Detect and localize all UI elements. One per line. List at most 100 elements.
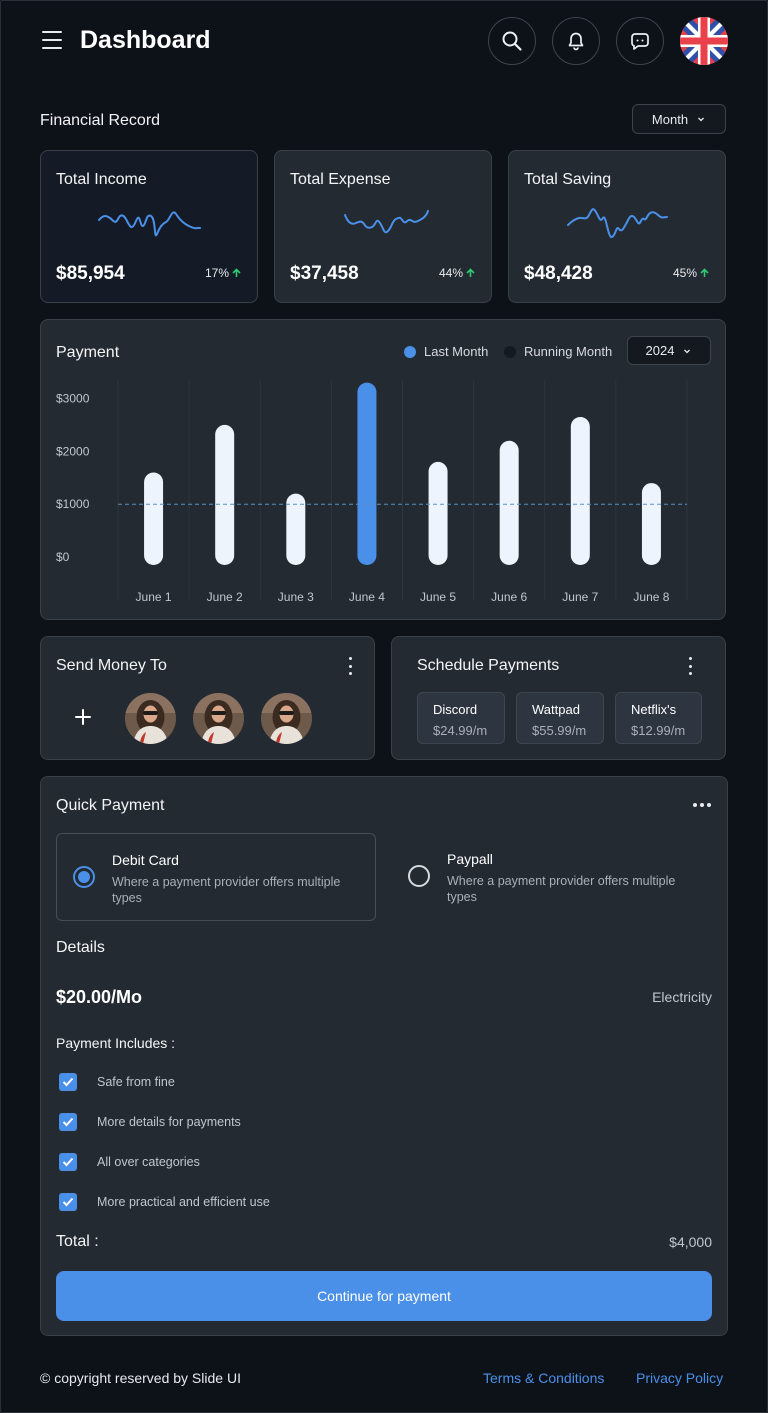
privacy-link[interactable]: Privacy Policy [636, 1370, 723, 1386]
avatar[interactable] [125, 693, 176, 744]
y-tick-label: $1000 [56, 497, 90, 511]
include-item: All over categories [59, 1153, 200, 1171]
send-money-title: Send Money To [56, 657, 167, 674]
include-item: More practical and efficient use [59, 1193, 270, 1211]
stat-title: Total Saving [524, 171, 612, 188]
x-tick-label: June 3 [278, 590, 314, 604]
stat-card-income: Total Income $85,954 17% [40, 150, 258, 303]
plan-price: $20.00/Mo [56, 987, 143, 1007]
includes-title: Payment Includes : [56, 1035, 176, 1051]
add-recipient-icon[interactable] [71, 705, 95, 729]
chart-bar [641, 483, 661, 565]
page-title: Dashboard [80, 26, 211, 54]
stat-change-value: 17% [204, 266, 229, 280]
total-label: Total : [56, 1233, 99, 1250]
x-tick-label: June 7 [562, 590, 598, 604]
y-tick-label: $0 [56, 550, 70, 564]
payment-panel: Payment Last Month Running Month 2024 $3… [40, 319, 726, 620]
continue-payment-button[interactable]: Continue for payment [56, 1271, 712, 1321]
include-label: All over categories [97, 1155, 200, 1169]
schedule-item-name: Discord [433, 702, 478, 717]
check-icon [62, 1157, 74, 1167]
quick-payment-panel: Quick Payment Debit Card Where a payment… [40, 776, 728, 1336]
stat-change: 17% [205, 266, 241, 280]
quick-payment-title: Quick Payment [56, 797, 165, 814]
search-icon [502, 31, 522, 51]
checkbox-checked[interactable] [59, 1113, 77, 1131]
stat-card-expense: Total Expense $37,458 44% [274, 150, 492, 303]
chart-bar [215, 424, 235, 565]
check-icon [62, 1197, 74, 1207]
include-label: More details for payments [97, 1115, 241, 1129]
check-icon [62, 1117, 74, 1127]
schedule-item-name: Netflix's [631, 702, 677, 717]
total-value: $4,000 [669, 1234, 712, 1250]
y-tick-label: $2000 [56, 444, 90, 458]
include-label: Safe from fine [97, 1075, 175, 1089]
option-description: Where a payment provider offers multiple… [112, 875, 341, 905]
chart-bar [428, 461, 448, 565]
stat-value: $37,458 [290, 263, 359, 284]
details-title: Details [56, 939, 105, 956]
option-title: Debit Card [112, 852, 179, 868]
period-dropdown[interactable]: Month [632, 104, 726, 134]
schedule-item-name: Wattpad [532, 702, 580, 717]
include-item: Safe from fine [59, 1073, 175, 1091]
x-tick-label: June 4 [349, 590, 385, 604]
schedule-item-price: $55.99/m [532, 723, 587, 738]
x-tick-label: June 8 [633, 590, 669, 604]
check-icon [62, 1077, 74, 1087]
expense-sparkline [344, 210, 429, 234]
chart-bar [570, 417, 590, 565]
checkbox-checked[interactable] [59, 1193, 77, 1211]
radio-unselected-icon[interactable] [408, 865, 430, 887]
arrow-up-icon [700, 268, 709, 277]
avatar[interactable] [193, 693, 244, 744]
radio-selected-icon[interactable] [73, 866, 95, 888]
footer-copyright: © copyright reserved by Slide UI [40, 1370, 241, 1386]
schedule-item-price: $12.99/m [631, 723, 686, 738]
avatar[interactable] [261, 693, 312, 744]
chart-bar [499, 440, 519, 565]
stat-change-value: 44% [438, 266, 463, 280]
chart-bar [144, 472, 164, 565]
checkbox-checked[interactable] [59, 1153, 77, 1171]
chat-icon [631, 33, 649, 50]
checkbox-checked[interactable] [59, 1073, 77, 1091]
chevron-down-icon [698, 117, 705, 122]
language-flag-button[interactable] [680, 17, 728, 65]
send-money-menu-icon[interactable] [343, 657, 357, 675]
schedule-payments-panel: Schedule Payments Discord $24.99/m Wattp… [391, 636, 726, 760]
schedule-menu-icon[interactable] [683, 657, 697, 675]
schedule-item-price: $24.99/m [433, 723, 488, 738]
search-button[interactable] [488, 17, 536, 65]
payment-option-paypall[interactable]: Paypall Where a payment provider offers … [392, 833, 712, 921]
y-tick-label: $3000 [56, 392, 90, 406]
payment-option-debit-card[interactable]: Debit Card Where a payment provider offe… [56, 833, 376, 921]
menu-icon[interactable] [42, 31, 62, 49]
stat-card-saving: Total Saving $48,428 45% [508, 150, 726, 303]
notifications-button[interactable] [552, 17, 600, 65]
include-label: More practical and efficient use [97, 1195, 270, 1209]
stat-change-value: 45% [672, 266, 697, 280]
period-value: Month [651, 111, 689, 127]
saving-sparkline [567, 208, 668, 239]
bell-icon [568, 32, 584, 51]
x-tick-label: June 5 [420, 590, 456, 604]
stat-change: 44% [439, 266, 475, 280]
messages-button[interactable] [616, 17, 664, 65]
stat-value: $48,428 [524, 263, 593, 284]
income-sparkline [98, 211, 201, 237]
quick-payment-more-icon[interactable] [693, 803, 711, 807]
x-tick-label: June 6 [491, 590, 527, 604]
x-tick-label: June 2 [207, 590, 243, 604]
terms-link[interactable]: Terms & Conditions [483, 1370, 604, 1386]
schedule-item-wattpad[interactable]: Wattpad $55.99/m [516, 692, 604, 744]
plan-category: Electricity [652, 989, 712, 1005]
arrow-up-icon [232, 268, 241, 277]
stat-title: Total Expense [290, 171, 391, 188]
stat-title: Total Income [56, 171, 147, 188]
schedule-item-discord[interactable]: Discord $24.99/m [417, 692, 505, 744]
schedule-item-netflix[interactable]: Netflix's $12.99/m [615, 692, 702, 744]
x-tick-label: June 1 [136, 590, 172, 604]
